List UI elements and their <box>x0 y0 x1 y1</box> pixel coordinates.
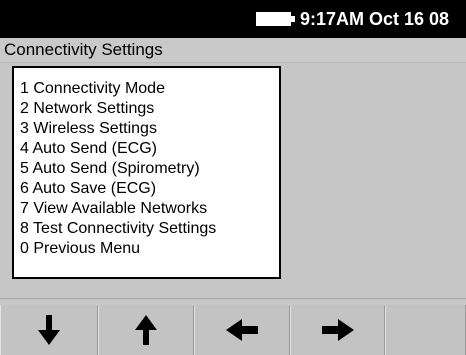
divider <box>0 298 466 299</box>
title-bar: Connectivity Settings <box>0 38 466 63</box>
page-title: Connectivity Settings <box>4 40 163 59</box>
softkey-down-button[interactable] <box>0 305 98 355</box>
menu-item-auto-save-ecg[interactable]: 6 Auto Save (ECG) <box>20 179 216 199</box>
arrow-up-icon <box>135 315 157 345</box>
softkey-right-button[interactable] <box>290 305 385 355</box>
menu-item-test-connectivity-settings[interactable]: 8 Test Connectivity Settings <box>20 219 216 239</box>
menu-item-previous-menu[interactable]: 0 Previous Menu <box>20 239 216 259</box>
menu-item-auto-send-ecg[interactable]: 4 Auto Send (ECG) <box>20 139 216 159</box>
battery-icon <box>256 12 291 26</box>
menu-item-auto-send-spirometry[interactable]: 5 Auto Send (Spirometry) <box>20 159 216 179</box>
battery-tip <box>291 16 295 22</box>
softkey-left-button[interactable] <box>194 305 290 355</box>
menu-list: 1 Connectivity Mode 2 Network Settings 3… <box>20 79 216 259</box>
device-screen: 9:17AM Oct 16 08 Connectivity Settings 1… <box>0 0 466 355</box>
softkey-up-button[interactable] <box>98 305 194 355</box>
arrow-down-icon <box>38 315 60 345</box>
menu-item-view-available-networks[interactable]: 7 View Available Networks <box>20 199 216 219</box>
menu-item-connectivity-mode[interactable]: 1 Connectivity Mode <box>20 79 216 99</box>
arrow-left-icon <box>226 319 258 341</box>
menu-item-network-settings[interactable]: 2 Network Settings <box>20 99 216 119</box>
softkey-blank-button[interactable] <box>385 305 466 355</box>
clock-display: 9:17AM Oct 16 08 <box>300 9 450 29</box>
arrow-right-icon <box>321 319 354 341</box>
softkey-bar <box>0 305 466 355</box>
menu-panel: 1 Connectivity Mode 2 Network Settings 3… <box>12 66 281 279</box>
menu-item-wireless-settings[interactable]: 3 Wireless Settings <box>20 119 216 139</box>
status-bar: 9:17AM Oct 16 08 <box>0 0 466 38</box>
